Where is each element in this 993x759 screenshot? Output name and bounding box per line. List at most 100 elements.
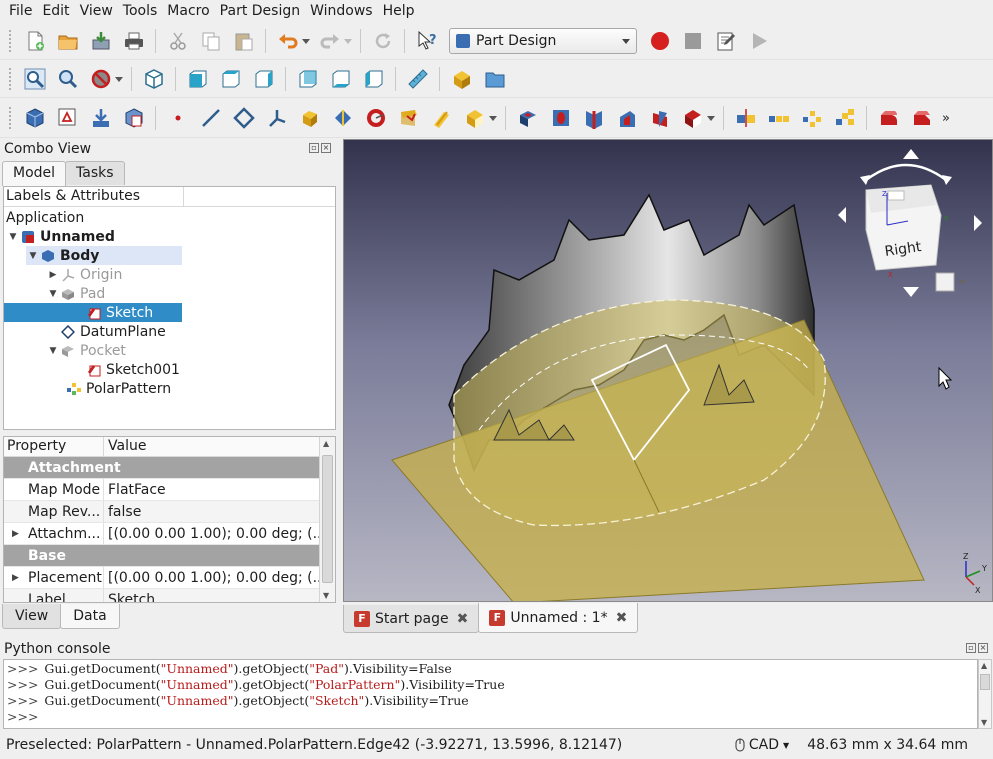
- tree-item-sketch001[interactable]: Sketch001: [86, 360, 180, 379]
- polar-pattern-button[interactable]: [798, 104, 826, 132]
- toolbar-overflow-icon[interactable]: »: [942, 111, 950, 126]
- fit-selection-button[interactable]: [54, 65, 82, 93]
- menu-part-design[interactable]: Part Design: [215, 0, 305, 22]
- view-bottom-button[interactable]: [327, 65, 355, 93]
- create-sketch-button[interactable]: [54, 104, 82, 132]
- new-document-button[interactable]: [21, 27, 49, 55]
- property-row-label[interactable]: Label Sketch: [4, 589, 319, 602]
- workbench-selector[interactable]: Part Design: [449, 28, 637, 54]
- view-right-button[interactable]: [250, 65, 278, 93]
- record-macro-button[interactable]: [646, 27, 674, 55]
- close-tab-icon[interactable]: ✖: [616, 610, 628, 626]
- expand-arrow-icon[interactable]: ▶: [12, 567, 19, 588]
- shape-binder-button[interactable]: [87, 104, 115, 132]
- scroll-up-icon[interactable]: ▲: [981, 661, 987, 670]
- property-row-attachment-offset[interactable]: ▶ Attachm... [(0.00 0.00 1.00); 0.00 deg;…: [4, 523, 319, 545]
- stop-macro-button[interactable]: [679, 27, 707, 55]
- subtractive-pipe-button[interactable]: [646, 104, 674, 132]
- pad-button[interactable]: [296, 104, 324, 132]
- tree-item-pocket[interactable]: ▼ Pocket: [46, 341, 126, 360]
- close-tab-icon[interactable]: ✖: [457, 611, 469, 627]
- macros-button[interactable]: [712, 27, 740, 55]
- collapsed-arrow-icon[interactable]: ▶: [46, 270, 60, 280]
- redo-dropdown-icon[interactable]: [344, 38, 352, 44]
- menu-macro[interactable]: Macro: [162, 0, 214, 22]
- clone-button[interactable]: [120, 104, 148, 132]
- property-column-header[interactable]: Property: [4, 437, 104, 456]
- value-column-header[interactable]: Value: [104, 437, 335, 456]
- 3d-viewport[interactable]: Z Y X Right Z Y X: [343, 139, 993, 602]
- local-cs-button[interactable]: [263, 104, 291, 132]
- expanded-arrow-icon[interactable]: ▼: [46, 289, 60, 299]
- cut-button[interactable]: [164, 27, 192, 55]
- multi-transform-button[interactable]: [831, 104, 859, 132]
- hole-button[interactable]: [547, 104, 575, 132]
- expand-arrow-icon[interactable]: ▶: [12, 523, 19, 544]
- expanded-arrow-icon[interactable]: ▼: [46, 346, 60, 356]
- python-console-input[interactable]: >>> Gui.getDocument("Unnamed").getObject(…: [3, 659, 978, 729]
- expanded-arrow-icon[interactable]: ▼: [6, 232, 20, 242]
- fit-all-button[interactable]: [21, 65, 49, 93]
- print-button[interactable]: [120, 27, 148, 55]
- datum-plane-button[interactable]: [230, 104, 258, 132]
- sub-shape-binder-button[interactable]: [329, 104, 357, 132]
- scroll-down-icon[interactable]: ▼: [981, 718, 987, 727]
- draw-style-button[interactable]: [87, 65, 115, 93]
- draw-style-dropdown-icon[interactable]: [115, 76, 123, 82]
- close-panel-icon[interactable]: ×: [978, 643, 988, 653]
- view-top-button[interactable]: [217, 65, 245, 93]
- refresh-button[interactable]: [369, 27, 397, 55]
- paste-button[interactable]: [230, 27, 258, 55]
- menu-windows[interactable]: Windows: [305, 0, 378, 22]
- redo-button[interactable]: [316, 27, 344, 55]
- subtractive-loft-button[interactable]: [613, 104, 641, 132]
- datum-line-button[interactable]: [197, 104, 225, 132]
- toolbar-grip[interactable]: [8, 67, 12, 91]
- scroll-down-icon[interactable]: ▼: [323, 591, 329, 600]
- tree-item-datum-plane[interactable]: DatumPlane: [60, 322, 166, 341]
- property-group-base[interactable]: Base: [4, 545, 319, 567]
- fillet-button[interactable]: [875, 104, 903, 132]
- revolution-button[interactable]: [362, 104, 390, 132]
- menu-view[interactable]: View: [75, 0, 118, 22]
- additive-loft-button[interactable]: [395, 104, 423, 132]
- tree-item-body[interactable]: ▼ Body: [26, 246, 182, 265]
- save-button[interactable]: [87, 27, 115, 55]
- tab-view[interactable]: View: [2, 604, 62, 629]
- pocket-button[interactable]: [514, 104, 542, 132]
- datum-point-button[interactable]: [164, 104, 192, 132]
- tree-item-origin[interactable]: ▶ Origin: [46, 265, 123, 284]
- toolbar-grip[interactable]: [8, 29, 12, 53]
- create-group-button[interactable]: [481, 65, 509, 93]
- create-body-button[interactable]: [21, 104, 49, 132]
- tab-unnamed-document[interactable]: F Unnamed : 1* ✖: [478, 603, 639, 633]
- tree-item-unnamed[interactable]: ▼ Unnamed: [6, 227, 115, 246]
- console-prompt-line[interactable]: >>>: [7, 709, 974, 725]
- tab-model[interactable]: Model: [2, 161, 67, 186]
- property-row-placement[interactable]: ▶ Placement [(0.00 0.00 1.00); 0.00 deg; …: [4, 567, 319, 589]
- property-row-map-reversed[interactable]: Map Rev... false: [4, 501, 319, 523]
- groove-button[interactable]: [580, 104, 608, 132]
- tab-data[interactable]: Data: [60, 604, 120, 629]
- menu-tools[interactable]: Tools: [118, 0, 163, 22]
- create-part-button[interactable]: [448, 65, 476, 93]
- whats-this-button[interactable]: ?: [413, 27, 441, 55]
- view-left-button[interactable]: [360, 65, 388, 93]
- mirrored-button[interactable]: [732, 104, 760, 132]
- tree-item-polar-pattern[interactable]: PolarPattern: [66, 379, 171, 398]
- close-panel-icon[interactable]: ×: [321, 143, 331, 153]
- execute-macro-button[interactable]: [745, 27, 773, 55]
- view-rear-button[interactable]: [294, 65, 322, 93]
- subtractive-primitive-button[interactable]: [679, 104, 707, 132]
- undo-button[interactable]: [274, 27, 302, 55]
- linear-pattern-button[interactable]: [765, 104, 793, 132]
- property-group-attachment[interactable]: Attachment: [4, 457, 319, 479]
- tree-item-pad[interactable]: ▼ Pad: [46, 284, 106, 303]
- navigation-cube[interactable]: Right Z Y X: [836, 145, 986, 305]
- float-panel-icon[interactable]: ▫: [309, 143, 319, 153]
- additive-pipe-button[interactable]: [428, 104, 456, 132]
- tree-header-labels[interactable]: Labels & Attributes: [4, 187, 184, 206]
- view-isometric-button[interactable]: [140, 65, 168, 93]
- view-front-button[interactable]: [184, 65, 212, 93]
- additive-primitive-button[interactable]: [461, 104, 489, 132]
